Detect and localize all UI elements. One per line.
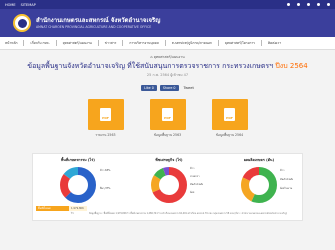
user-icon[interactable] <box>287 3 290 6</box>
font-size-icon[interactable] <box>297 3 300 6</box>
file-downloads: PDF รายงาน 2563 PDF ข้อมูลพื้นฐาน 2563 PDF… <box>0 99 335 138</box>
main-nav: หน้าหลัก เกี่ยวกับ กษจ. ยุทธศาสตร์/แผนงา… <box>0 37 335 50</box>
summary-value: 1,979,806 ไร่ <box>69 206 87 215</box>
nav-hr[interactable]: การบริหารงานบุคคล <box>129 41 159 46</box>
nav-eservice[interactable]: e-service/ภูมิภาค/ภายนอก <box>172 41 212 46</box>
file-item[interactable]: PDF ข้อมูลพื้นฐาน 2563 <box>149 99 186 138</box>
sitemap-link[interactable]: SITEMAP <box>21 3 36 7</box>
top-utility-bar: HOME SITEMAP <box>0 0 335 9</box>
site-title: สำนักงานเกษตรและสหกรณ์ จังหวัดอำนาจเจริญ <box>36 16 161 24</box>
nav-projects[interactable]: ยุทธศาสตร์/โครงการ <box>225 41 255 46</box>
page-meta: 25 ก.พ. 2564 ผู้เข้าชม 47 <box>146 73 189 77</box>
donut-chart-crops <box>151 167 187 203</box>
contrast-icon[interactable] <box>307 3 310 6</box>
tweet-button[interactable]: Tweet <box>184 86 194 90</box>
donut-chart-products <box>241 167 277 203</box>
nav-contact[interactable]: ติดต่อเรา <box>268 41 281 46</box>
summary-tag: พื้นที่ทั้งหมด <box>36 206 69 211</box>
file-item[interactable]: PDF รายงาน 2563 <box>87 99 124 138</box>
social-buttons: Like 0 Share 0 Tweet <box>0 85 335 91</box>
breadcrumb: ⌂ ยุทธศาสตร์/แผนงาน <box>150 55 185 59</box>
site-logo[interactable] <box>13 14 31 32</box>
pdf-icon[interactable]: PDF <box>87 99 124 130</box>
facebook-share-button[interactable]: Share 0 <box>159 85 179 91</box>
nav-about[interactable]: เกี่ยวกับ กษจ. <box>30 41 49 46</box>
donut-chart-land <box>60 167 96 203</box>
phone-icon[interactable] <box>327 3 330 6</box>
pdf-icon[interactable]: PDF <box>211 99 248 130</box>
nav-strategy[interactable]: ยุทธศาสตร์/แผนงาน <box>63 41 92 46</box>
home-link[interactable]: HOME <box>5 3 16 7</box>
site-header: สำนักงานเกษตรและสหกรณ์ จังหวัดอำนาจเจริญ… <box>0 9 335 37</box>
nav-news[interactable]: ข่าวสาร <box>105 41 117 46</box>
infographic-panel-products: ผลผลิตเกษตร (ตัน) ข้าว มันสำปะหลัง อ้อยโ… <box>218 157 300 205</box>
pdf-icon[interactable]: PDF <box>149 99 186 130</box>
infographic-panel-land: พื้นที่เกษตรกรรม (ไร่) ข้าว 63% อื่นๆ 37… <box>37 157 119 205</box>
infographic-note: ข้อมูลพื้นฐาน : พื้นที่ทั้งหมด 1,979,806… <box>89 212 288 215</box>
page-title: ข้อมูลพื้นฐานจังหวัดอำนาจเจริญ ที่ใช้สนั… <box>27 62 308 70</box>
infographic-image: พื้นที่เกษตรกรรม (ไร่) ข้าว 63% อื่นๆ 37… <box>32 153 303 221</box>
nav-home[interactable]: หน้าหลัก <box>5 41 17 46</box>
facebook-like-button[interactable]: Like 0 <box>141 85 157 91</box>
site-subtitle: AMNAT CHAROEN PROVINCIAL AGRICULTURE AND… <box>36 24 152 29</box>
infographic-panel-crops: พืชเศรษฐกิจ (ไร่) ข้าว ยางพารา มันสำปะหล… <box>128 157 210 205</box>
search-icon[interactable] <box>317 3 320 6</box>
file-item[interactable]: PDF ข้อมูลพื้นฐาน 2564 <box>211 99 248 138</box>
